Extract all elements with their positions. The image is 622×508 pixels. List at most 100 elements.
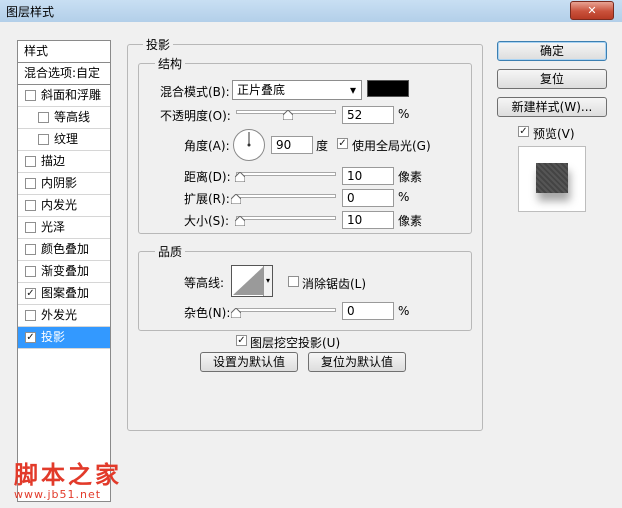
style-item[interactable]: 斜面和浮雕: [18, 85, 110, 107]
style-item-label: 外发光: [41, 308, 78, 322]
knockout-label: 图层挖空投影(U): [250, 336, 341, 350]
style-item-checkbox[interactable]: [25, 244, 36, 255]
style-item-checkbox[interactable]: [25, 178, 36, 189]
quality-title: 品质: [155, 243, 186, 260]
preview-checkbox[interactable]: ✓: [518, 126, 529, 137]
contour-dropdown-icon[interactable]: ▾: [263, 266, 272, 296]
preview-label: 预览(V): [533, 127, 575, 141]
style-item[interactable]: 纹理: [18, 129, 110, 151]
global-light-label: 使用全局光(G): [352, 139, 431, 153]
angle-dial[interactable]: [232, 128, 266, 162]
reset-default-label: 复位为默认值: [320, 355, 393, 369]
size-input[interactable]: 10: [342, 211, 394, 229]
style-item[interactable]: ✓ 投影: [18, 327, 110, 349]
contour-picker[interactable]: ▾: [231, 265, 273, 297]
shadow-color-swatch[interactable]: [367, 80, 409, 97]
window-title: 图层样式: [6, 5, 55, 19]
spread-slider[interactable]: [236, 194, 336, 198]
style-item[interactable]: 外发光: [18, 305, 110, 327]
size-unit: 像素: [398, 214, 423, 228]
global-light-checkbox[interactable]: ✓: [337, 138, 348, 149]
style-item[interactable]: 内阴影: [18, 173, 110, 195]
spread-unit: %: [398, 190, 410, 204]
make-default-button[interactable]: 设置为默认值: [200, 352, 298, 372]
knockout-checkbox[interactable]: ✓: [236, 335, 247, 346]
preview-swatch: [536, 163, 568, 193]
ok-button[interactable]: 确定: [497, 41, 607, 61]
ok-label: 确定: [539, 44, 564, 58]
style-item[interactable]: 渐变叠加: [18, 261, 110, 283]
reset-button[interactable]: 复位: [497, 69, 607, 89]
style-item-label: 渐变叠加: [41, 264, 90, 278]
style-item-checkbox[interactable]: [25, 200, 36, 211]
style-item-checkbox[interactable]: [25, 222, 36, 233]
style-item-checkbox[interactable]: [25, 90, 36, 101]
style-item-label: 纹理: [54, 132, 79, 146]
spread-slider-thumb[interactable]: [231, 194, 241, 204]
distance-input[interactable]: 10: [342, 167, 394, 185]
style-item-checkbox[interactable]: [25, 310, 36, 321]
style-item[interactable]: ✓ 图案叠加: [18, 283, 110, 305]
style-item-checkbox[interactable]: [25, 156, 36, 167]
style-item-checkbox[interactable]: [38, 112, 49, 123]
style-item-label: 等高线: [54, 110, 91, 124]
chevron-down-icon: ▾: [349, 83, 356, 97]
distance-slider-thumb[interactable]: [235, 172, 245, 182]
contour-label: 等高线:: [184, 276, 225, 290]
size-slider[interactable]: [236, 216, 336, 220]
style-item[interactable]: 等高线: [18, 107, 110, 129]
distance-value: 10: [347, 169, 363, 183]
style-item-label: 光泽: [41, 220, 66, 234]
structure-title: 结构: [155, 55, 186, 72]
blend-mode-select[interactable]: 正片叠底 ▾: [232, 80, 362, 100]
spread-value: 0: [347, 191, 355, 205]
reset-default-button[interactable]: 复位为默认值: [308, 352, 406, 372]
opacity-slider-thumb[interactable]: [283, 110, 293, 120]
size-value: 10: [347, 213, 363, 227]
noise-label: 杂色(N):: [184, 306, 231, 320]
blend-options-label: 混合选项:自定: [24, 66, 101, 80]
blend-options-item[interactable]: 混合选项:自定: [18, 63, 110, 85]
noise-unit: %: [398, 304, 410, 318]
opacity-value: 52: [347, 108, 363, 122]
watermark-url: www.jb51.net: [14, 488, 102, 501]
angle-label: 角度(A):: [184, 139, 230, 153]
reset-label: 复位: [539, 72, 564, 86]
noise-value: 0: [347, 304, 355, 318]
size-slider-thumb[interactable]: [235, 216, 245, 226]
preview-thumbnail: [518, 146, 586, 212]
style-item-label: 图案叠加: [41, 286, 90, 300]
style-item-label: 颜色叠加: [41, 242, 90, 256]
angle-input[interactable]: 90: [271, 136, 313, 154]
noise-slider[interactable]: [236, 308, 336, 312]
make-default-label: 设置为默认值: [212, 355, 285, 369]
anti-alias-checkbox[interactable]: [288, 276, 299, 287]
opacity-input[interactable]: 52: [342, 106, 394, 124]
blend-mode-value: 正片叠底: [237, 83, 286, 97]
distance-slider[interactable]: [236, 172, 336, 176]
style-item-checkbox[interactable]: [38, 134, 49, 145]
new-style-button[interactable]: 新建样式(W)...: [497, 97, 607, 117]
style-item-label: 内阴影: [41, 176, 78, 190]
angle-unit: 度: [316, 139, 329, 153]
close-button[interactable]: ✕: [570, 1, 614, 20]
size-label: 大小(S):: [184, 214, 230, 228]
contour-preview-icon: [233, 267, 263, 295]
style-item-checkbox[interactable]: ✓: [25, 332, 36, 343]
new-style-label: 新建样式(W)...: [511, 100, 593, 114]
blend-mode-label: 混合模式(B):: [160, 85, 230, 99]
watermark-title: 脚本之家: [14, 461, 122, 489]
noise-slider-thumb[interactable]: [231, 308, 241, 318]
style-item[interactable]: 颜色叠加: [18, 239, 110, 261]
noise-input[interactable]: 0: [342, 302, 394, 320]
styles-list: 样式 混合选项:自定 斜面和浮雕 等高线 纹理 描边 内阴影 内发光 光泽 颜色叠加 渐变叠加 ✓…: [17, 40, 111, 502]
spread-input[interactable]: 0: [342, 189, 394, 207]
style-item[interactable]: 内发光: [18, 195, 110, 217]
style-item-checkbox[interactable]: [25, 266, 36, 277]
style-item-checkbox[interactable]: ✓: [25, 288, 36, 299]
opacity-label: 不透明度(O):: [160, 109, 231, 123]
style-item[interactable]: 光泽: [18, 217, 110, 239]
style-item[interactable]: 描边: [18, 151, 110, 173]
style-item-label: 斜面和浮雕: [41, 88, 102, 102]
close-icon: ✕: [587, 4, 597, 17]
